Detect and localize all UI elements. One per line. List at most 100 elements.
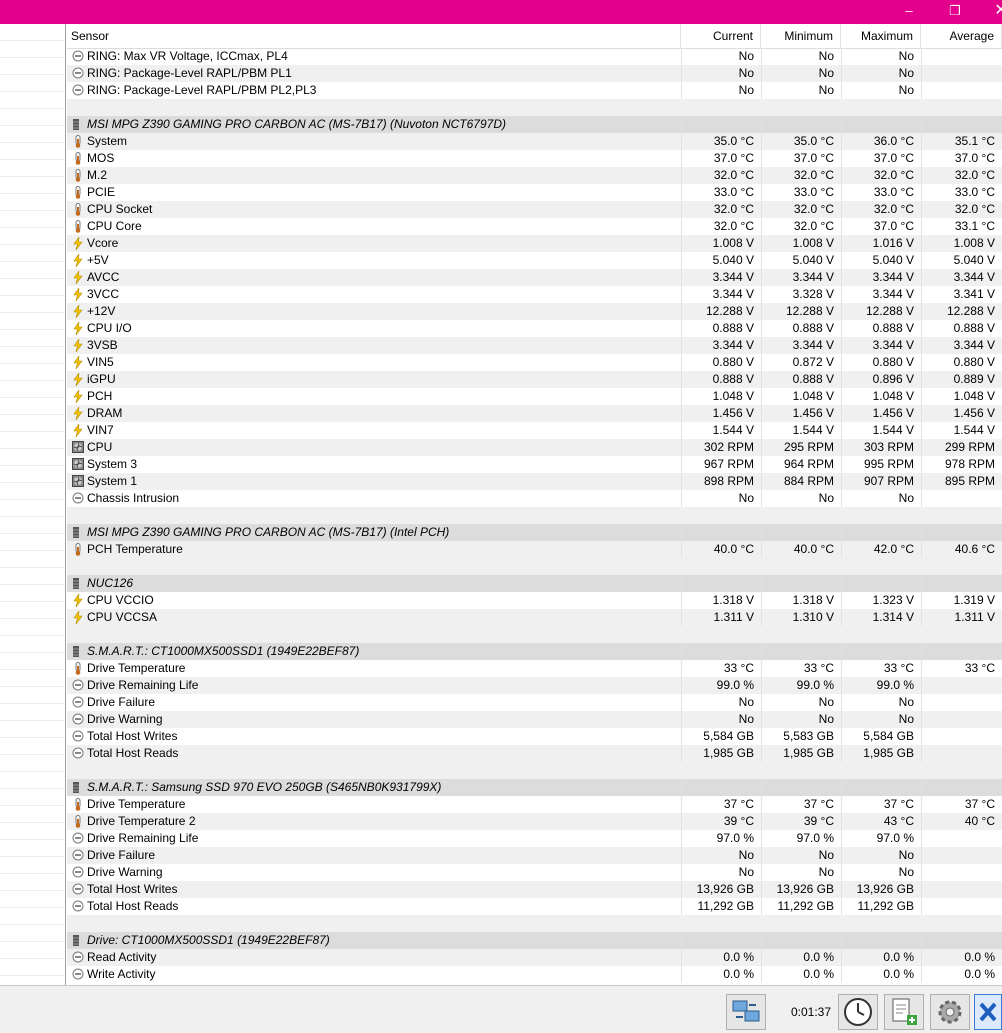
minimum-value: 39 °C <box>761 813 841 830</box>
table-row[interactable]: Vcore 1.008 V 1.008 V 1.016 V 1.008 V <box>67 235 1002 252</box>
table-row[interactable]: System 35.0 °C 35.0 °C 36.0 °C 35.1 °C <box>67 133 1002 150</box>
column-header-current[interactable]: Current <box>681 24 761 48</box>
maximum-value: No <box>841 65 921 82</box>
sensor-name: iGPU <box>87 372 116 386</box>
table-row[interactable]: Total Host Reads 11,292 GB 11,292 GB 11,292… <box>67 898 1002 915</box>
report-button[interactable] <box>884 994 924 1030</box>
table-row[interactable]: CPU Core 32.0 °C 32.0 °C 37.0 °C 33.1 °C <box>67 218 1002 235</box>
table-body: RING: Max VR Voltage, ICCmax, PL4 No No No R… <box>67 48 1002 983</box>
maximum-value: 11,292 GB <box>841 898 921 915</box>
table-row[interactable]: Drive Remaining Life 97.0 % 97.0 % 97.0 % <box>67 830 1002 847</box>
table-row[interactable]: System 1 898 RPM 884 RPM 907 RPM 895 RPM <box>67 473 1002 490</box>
current-value: No <box>681 82 761 99</box>
current-value: No <box>681 48 761 65</box>
table-row[interactable]: 3VSB 3.344 V 3.344 V 3.344 V 3.344 V <box>67 337 1002 354</box>
table-row[interactable]: RING: Package-Level RAPL/PBM PL2,PL3 No No… <box>67 82 1002 99</box>
current-value: 3.344 V <box>681 337 761 354</box>
current-value: 0.880 V <box>681 354 761 371</box>
maximum-value: 1.544 V <box>841 422 921 439</box>
blank-row <box>67 762 1002 779</box>
table-row[interactable]: PCH Temperature 40.0 °C 40.0 °C 42.0 °C 40.6… <box>67 541 1002 558</box>
table-row[interactable]: Drive Temperature 37 °C 37 °C 37 °C 37 °C <box>67 796 1002 813</box>
left-pane-row <box>0 585 65 602</box>
sensor-name: Drive Temperature <box>87 661 186 675</box>
column-header-average[interactable]: Average <box>921 24 1002 48</box>
table-row[interactable]: RING: Max VR Voltage, ICCmax, PL4 No No No <box>67 48 1002 65</box>
current-value: 898 RPM <box>681 473 761 490</box>
average-value <box>921 847 1002 864</box>
table-row[interactable]: CPU I/O 0.888 V 0.888 V 0.888 V 0.888 V <box>67 320 1002 337</box>
group-row[interactable]: MSI MPG Z390 GAMING PRO CARBON AC (MS-7B… <box>67 116 1002 133</box>
fan-icon <box>72 475 84 488</box>
table-row[interactable]: DRAM 1.456 V 1.456 V 1.456 V 1.456 V <box>67 405 1002 422</box>
maximum-value: 32.0 °C <box>841 167 921 184</box>
table-row[interactable]: Total Host Writes 5,584 GB 5,583 GB 5,584 G… <box>67 728 1002 745</box>
network-button[interactable] <box>726 994 766 1030</box>
table-row[interactable]: CPU VCCSA 1.311 V 1.310 V 1.314 V 1.311 V <box>67 609 1002 626</box>
left-pane-row <box>0 755 65 772</box>
table-row[interactable]: Read Activity 0.0 % 0.0 % 0.0 % 0.0 % <box>67 949 1002 966</box>
group-name: MSI MPG Z390 GAMING PRO CARBON AC (MS-7B… <box>87 117 506 131</box>
close-button[interactable] <box>974 994 1002 1030</box>
table-row[interactable]: PCH 1.048 V 1.048 V 1.048 V 1.048 V <box>67 388 1002 405</box>
table-row[interactable]: M.2 32.0 °C 32.0 °C 32.0 °C 32.0 °C <box>67 167 1002 184</box>
left-pane-row <box>0 908 65 925</box>
table-row[interactable]: Chassis Intrusion No No No <box>67 490 1002 507</box>
minimize-button[interactable]: – <box>886 0 932 24</box>
group-row[interactable]: S.M.A.R.T.: CT1000MX500SSD1 (1949E22BEF8… <box>67 643 1002 660</box>
table-row[interactable]: CPU VCCIO 1.318 V 1.318 V 1.323 V 1.319 V <box>67 592 1002 609</box>
average-value: 3.344 V <box>921 337 1002 354</box>
table-row[interactable]: Drive Warning No No No <box>67 864 1002 881</box>
minimum-value: 3.328 V <box>761 286 841 303</box>
table-row[interactable]: Drive Warning No No No <box>67 711 1002 728</box>
group-row[interactable]: Drive: CT1000MX500SSD1 (1949E22BEF87) <box>67 932 1002 949</box>
table-row[interactable]: iGPU 0.888 V 0.888 V 0.896 V 0.889 V <box>67 371 1002 388</box>
table-row[interactable]: +5V 5.040 V 5.040 V 5.040 V 5.040 V <box>67 252 1002 269</box>
table-row[interactable]: VIN5 0.880 V 0.872 V 0.880 V 0.880 V <box>67 354 1002 371</box>
table-row[interactable]: Total Host Reads 1,985 GB 1,985 GB 1,985 GB <box>67 745 1002 762</box>
average-value <box>921 82 1002 99</box>
status-icon <box>72 900 84 913</box>
close-window-button[interactable]: ✕ <box>978 0 1002 24</box>
minimum-value: 0.872 V <box>761 354 841 371</box>
sensor-name: 3VSB <box>87 338 118 352</box>
column-header-maximum[interactable]: Maximum <box>841 24 921 48</box>
table-row[interactable]: Total Host Writes 13,926 GB 13,926 GB 13,92… <box>67 881 1002 898</box>
column-header-minimum[interactable]: Minimum <box>761 24 841 48</box>
table-row[interactable]: Drive Remaining Life 99.0 % 99.0 % 99.0 % <box>67 677 1002 694</box>
table-row[interactable]: MOS 37.0 °C 37.0 °C 37.0 °C 37.0 °C <box>67 150 1002 167</box>
table-row[interactable]: Drive Temperature 33 °C 33 °C 33 °C 33 °C <box>67 660 1002 677</box>
voltage-icon <box>72 405 84 421</box>
group-row[interactable]: MSI MPG Z390 GAMING PRO CARBON AC (MS-7B… <box>67 524 1002 541</box>
current-value: 0.888 V <box>681 320 761 337</box>
current-value: 0.888 V <box>681 371 761 388</box>
settings-button[interactable] <box>930 994 970 1030</box>
table-row[interactable]: 3VCC 3.344 V 3.328 V 3.344 V 3.341 V <box>67 286 1002 303</box>
minimum-value: 13,926 GB <box>761 881 841 898</box>
group-row[interactable]: NUC126 <box>67 575 1002 592</box>
voltage-icon <box>72 320 84 336</box>
group-row[interactable]: S.M.A.R.T.: Samsung SSD 970 EVO 250GB (S… <box>67 779 1002 796</box>
table-row[interactable]: System 3 967 RPM 964 RPM 995 RPM 978 RPM <box>67 456 1002 473</box>
table-row[interactable]: Drive Temperature 2 39 °C 39 °C 43 °C 40 °C <box>67 813 1002 830</box>
table-row[interactable]: AVCC 3.344 V 3.344 V 3.344 V 3.344 V <box>67 269 1002 286</box>
table-row[interactable]: CPU 302 RPM 295 RPM 303 RPM 299 RPM <box>67 439 1002 456</box>
average-value: 1.048 V <box>921 388 1002 405</box>
maximize-button[interactable]: ❐ <box>932 0 978 24</box>
table-row[interactable]: CPU Socket 32.0 °C 32.0 °C 32.0 °C 32.0 °C <box>67 201 1002 218</box>
table-row[interactable]: Write Activity 0.0 % 0.0 % 0.0 % 0.0 % <box>67 966 1002 983</box>
table-row[interactable]: +12V 12.288 V 12.288 V 12.288 V 12.288 V <box>67 303 1002 320</box>
table-row[interactable]: Drive Failure No No No <box>67 847 1002 864</box>
timer-button[interactable] <box>838 994 878 1030</box>
table-row[interactable]: RING: Package-Level RAPL/PBM PL1 No No No <box>67 65 1002 82</box>
thermometer-icon <box>72 152 84 165</box>
table-header: Sensor Current Minimum Maximum Average <box>67 24 1002 49</box>
sensor-name: CPU VCCIO <box>87 593 154 607</box>
column-header-sensor[interactable]: Sensor <box>67 24 681 48</box>
current-value: 32.0 °C <box>681 218 761 235</box>
minimum-value: 97.0 % <box>761 830 841 847</box>
table-row[interactable]: VIN7 1.544 V 1.544 V 1.544 V 1.544 V <box>67 422 1002 439</box>
table-row[interactable]: PCIE 33.0 °C 33.0 °C 33.0 °C 33.0 °C <box>67 184 1002 201</box>
table-row[interactable]: Drive Failure No No No <box>67 694 1002 711</box>
sensor-name: Total Host Writes <box>87 882 178 896</box>
